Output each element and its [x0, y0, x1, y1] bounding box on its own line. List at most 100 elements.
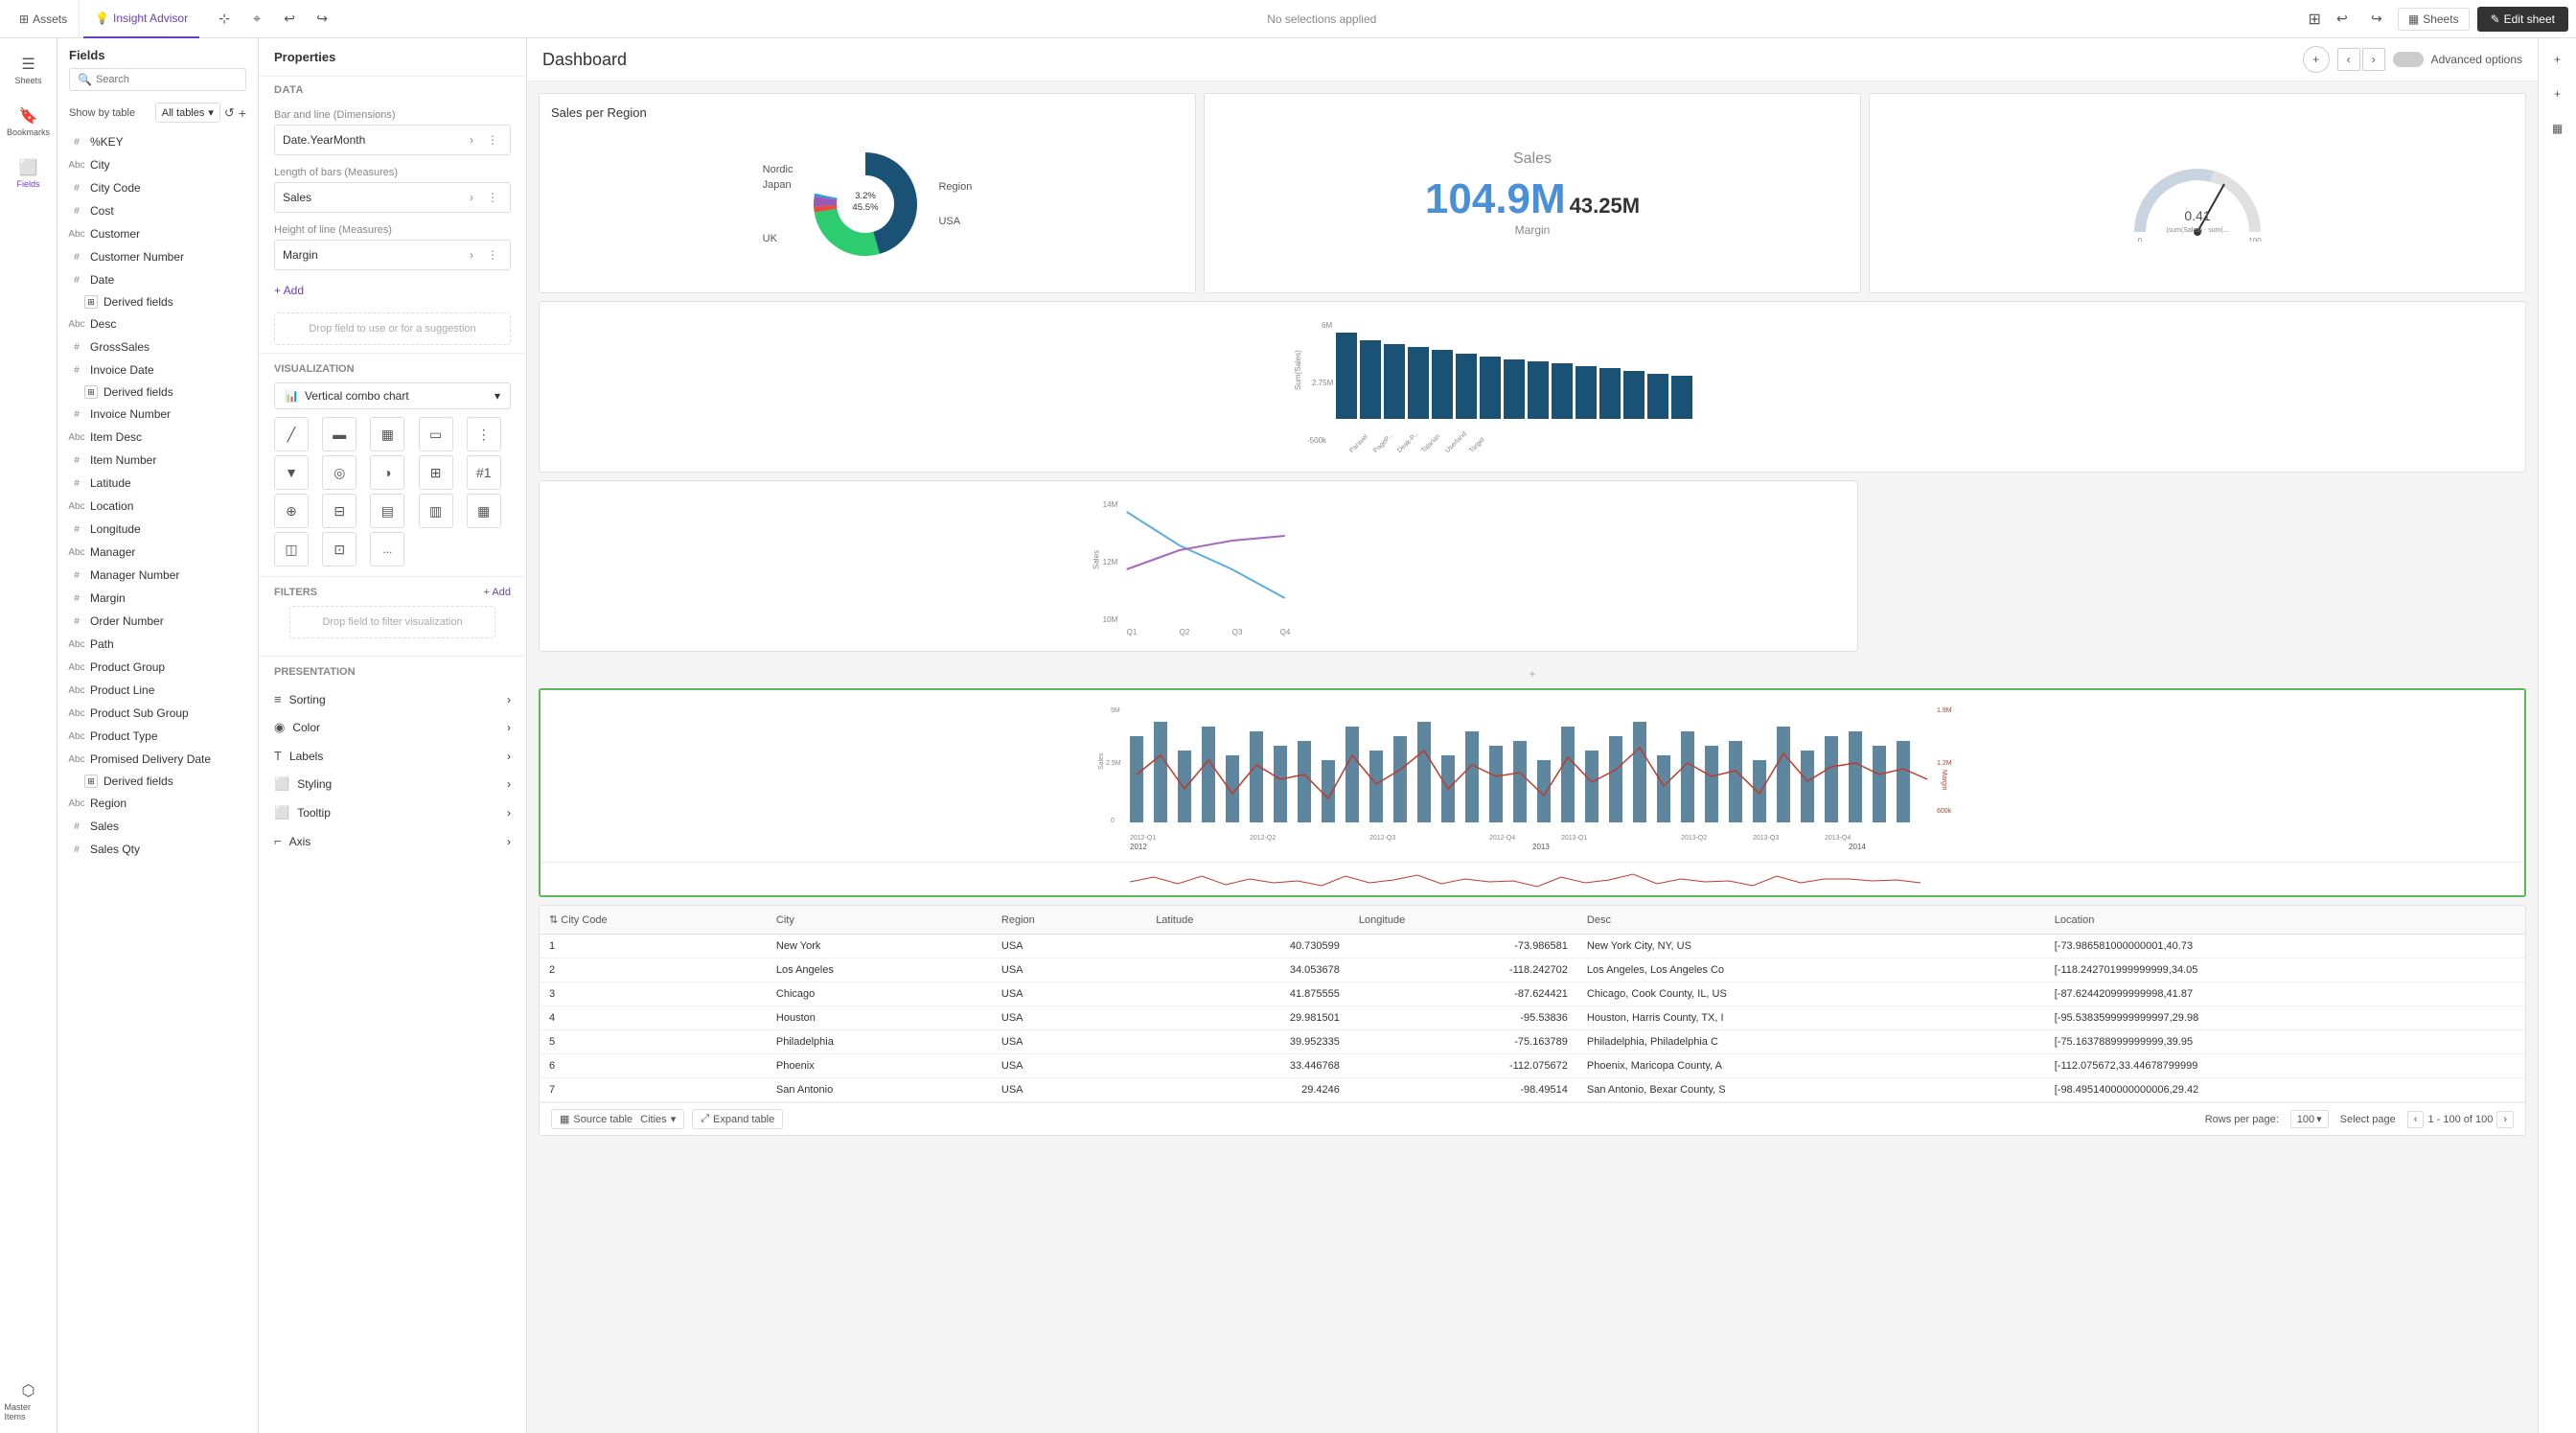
- viz-box-icon[interactable]: ⊡: [322, 532, 356, 566]
- margin-select[interactable]: Margin › ⋮: [274, 240, 511, 270]
- field-item[interactable]: AbcRegion: [58, 792, 258, 815]
- right-table-icon[interactable]: ▦: [2544, 115, 2571, 142]
- nav-sheets[interactable]: ☰ Sheets: [5, 46, 53, 94]
- prop-menu-icon2[interactable]: ⋮: [483, 188, 502, 207]
- field-item[interactable]: #Date: [58, 268, 258, 291]
- date-yearmonth-select[interactable]: Date.YearMonth › ⋮: [274, 125, 511, 155]
- prop-expand-icon2[interactable]: ›: [462, 188, 481, 207]
- source-table-select[interactable]: ▦ Source table Cities ▾: [551, 1109, 684, 1129]
- viz-more-btn[interactable]: ...: [370, 532, 404, 566]
- th-region[interactable]: Region: [992, 906, 1146, 935]
- pres-labels[interactable]: T Labels ›: [259, 742, 526, 770]
- field-item[interactable]: AbcProduct Group: [58, 656, 258, 679]
- viz-bullet-icon[interactable]: ▥: [419, 494, 453, 528]
- nav-master[interactable]: ⬡ Master Items: [5, 1377, 53, 1425]
- field-item[interactable]: AbcCustomer: [58, 222, 258, 245]
- table-row[interactable]: 7 San Antonio USA 29.4246 -98.49514 San …: [540, 1078, 2525, 1102]
- redo-top-icon[interactable]: ↪: [2363, 6, 2390, 33]
- table-row[interactable]: 4 Houston USA 29.981501 -95.53836 Housto…: [540, 1006, 2525, 1030]
- field-item[interactable]: #Invoice Number: [58, 403, 258, 426]
- table-row[interactable]: 3 Chicago USA 41.875555 -87.624421 Chica…: [540, 982, 2525, 1006]
- field-item[interactable]: AbcDesc: [58, 312, 258, 335]
- viz-kpi-icon[interactable]: ▭: [419, 417, 453, 451]
- pres-sorting[interactable]: ≡ Sorting ›: [259, 685, 526, 713]
- add-button[interactable]: + Add: [259, 276, 526, 305]
- lasso-tool-icon[interactable]: ⌖: [243, 6, 270, 33]
- grid-layout-icon[interactable]: ⊞: [2308, 10, 2320, 29]
- next-page-btn[interactable]: ›: [2496, 1111, 2514, 1128]
- viz-bar-icon[interactable]: ▬: [322, 417, 356, 451]
- viz-mekko-icon[interactable]: ▤: [370, 494, 404, 528]
- viz-map-icon[interactable]: ⊕: [274, 494, 309, 528]
- viz-text-icon[interactable]: #1: [467, 455, 501, 490]
- field-item[interactable]: #GrossSales: [58, 335, 258, 358]
- viz-line-icon[interactable]: ╱: [274, 417, 309, 451]
- field-item[interactable]: ⊞Derived fields: [58, 291, 258, 312]
- pres-color[interactable]: ◉ Color ›: [259, 713, 526, 742]
- viz-waterfall-icon[interactable]: ▦: [467, 494, 501, 528]
- table-row[interactable]: 1 New York USA 40.730599 -73.986581 New …: [540, 935, 2525, 959]
- add-field-icon[interactable]: +: [239, 105, 246, 121]
- field-item[interactable]: #Item Number: [58, 449, 258, 472]
- viz-scatter-icon[interactable]: ⋮: [467, 417, 501, 451]
- viz-gauge-icon[interactable]: ◑: [370, 455, 404, 490]
- field-item[interactable]: #Sales: [58, 815, 258, 838]
- prop-expand-icon[interactable]: ›: [462, 130, 481, 150]
- field-item[interactable]: #Cost: [58, 199, 258, 222]
- field-item[interactable]: AbcProduct Sub Group: [58, 702, 258, 725]
- field-item[interactable]: AbcPromised Delivery Date: [58, 748, 258, 771]
- field-item[interactable]: #Invoice Date: [58, 358, 258, 381]
- field-item[interactable]: #Manager Number: [58, 564, 258, 587]
- viz-filter-icon[interactable]: ▼: [274, 455, 309, 490]
- prev-arrow[interactable]: ‹: [2337, 48, 2360, 71]
- nav-bookmarks[interactable]: 🔖 Bookmarks: [5, 98, 53, 146]
- tab-insight[interactable]: 💡 Insight Advisor: [83, 0, 199, 38]
- field-item[interactable]: #Order Number: [58, 610, 258, 633]
- add-chart-button[interactable]: +: [2303, 46, 2330, 73]
- add-chart-row[interactable]: +: [539, 659, 2526, 688]
- sales-select[interactable]: Sales › ⋮: [274, 182, 511, 213]
- sheets-button[interactable]: ▦ Sheets: [2398, 8, 2470, 31]
- expand-table-button[interactable]: ⤢ Expand table: [692, 1109, 783, 1129]
- prev-page-btn[interactable]: ‹: [2407, 1111, 2425, 1128]
- advanced-toggle[interactable]: [2393, 52, 2424, 67]
- redo-icon[interactable]: ↪: [309, 6, 335, 33]
- pres-tooltip[interactable]: ⬜ Tooltip ›: [259, 798, 526, 827]
- undo-top-icon[interactable]: ↩: [2329, 6, 2356, 33]
- viz-selected[interactable]: 📊 Vertical combo chart ▾: [274, 382, 511, 409]
- th-city-code[interactable]: ⇅ City Code: [540, 906, 767, 935]
- field-item[interactable]: #Latitude: [58, 472, 258, 495]
- field-item[interactable]: #%KEY: [58, 130, 258, 153]
- field-item[interactable]: AbcManager: [58, 541, 258, 564]
- field-item[interactable]: #Longitude: [58, 518, 258, 541]
- right-add-icon[interactable]: +: [2544, 46, 2571, 73]
- nav-fields[interactable]: ⬜ Fields: [5, 150, 53, 197]
- field-item[interactable]: #Margin: [58, 587, 258, 610]
- right-add2-icon[interactable]: +: [2544, 81, 2571, 107]
- prop-expand-icon3[interactable]: ›: [462, 245, 481, 265]
- search-box[interactable]: 🔍: [69, 68, 246, 91]
- undo-icon[interactable]: ↩: [276, 6, 303, 33]
- table-row[interactable]: 2 Los Angeles USA 34.053678 -118.242702 …: [540, 959, 2525, 982]
- prop-menu-icon3[interactable]: ⋮: [483, 245, 502, 265]
- field-item[interactable]: AbcItem Desc: [58, 426, 258, 449]
- add-filter-button[interactable]: + Add: [484, 587, 511, 598]
- select-tool-icon[interactable]: ⊹: [211, 6, 238, 33]
- search-input[interactable]: [96, 74, 238, 85]
- field-item[interactable]: ⊞Derived fields: [58, 771, 258, 792]
- field-item[interactable]: AbcLocation: [58, 495, 258, 518]
- field-item[interactable]: AbcProduct Line: [58, 679, 258, 702]
- viz-treemap-icon[interactable]: ⊟: [322, 494, 356, 528]
- edit-sheet-button[interactable]: ✎ Edit sheet: [2477, 7, 2568, 32]
- pres-axis[interactable]: ⌐ Axis ›: [259, 827, 526, 855]
- table-row[interactable]: 6 Phoenix USA 33.446768 -112.075672 Phoe…: [540, 1054, 2525, 1078]
- refresh-icon[interactable]: ↺: [224, 105, 235, 121]
- all-tables-select[interactable]: All tables ▾: [155, 103, 220, 123]
- field-item[interactable]: #City Code: [58, 176, 258, 199]
- table-row[interactable]: 5 Philadelphia USA 39.952335 -75.163789 …: [540, 1030, 2525, 1054]
- field-item[interactable]: AbcCity: [58, 153, 258, 176]
- viz-pivot-icon[interactable]: ⊞: [419, 455, 453, 490]
- th-city[interactable]: City: [767, 906, 992, 935]
- th-longitude[interactable]: Longitude: [1349, 906, 1577, 935]
- field-item[interactable]: ⊞Derived fields: [58, 381, 258, 403]
